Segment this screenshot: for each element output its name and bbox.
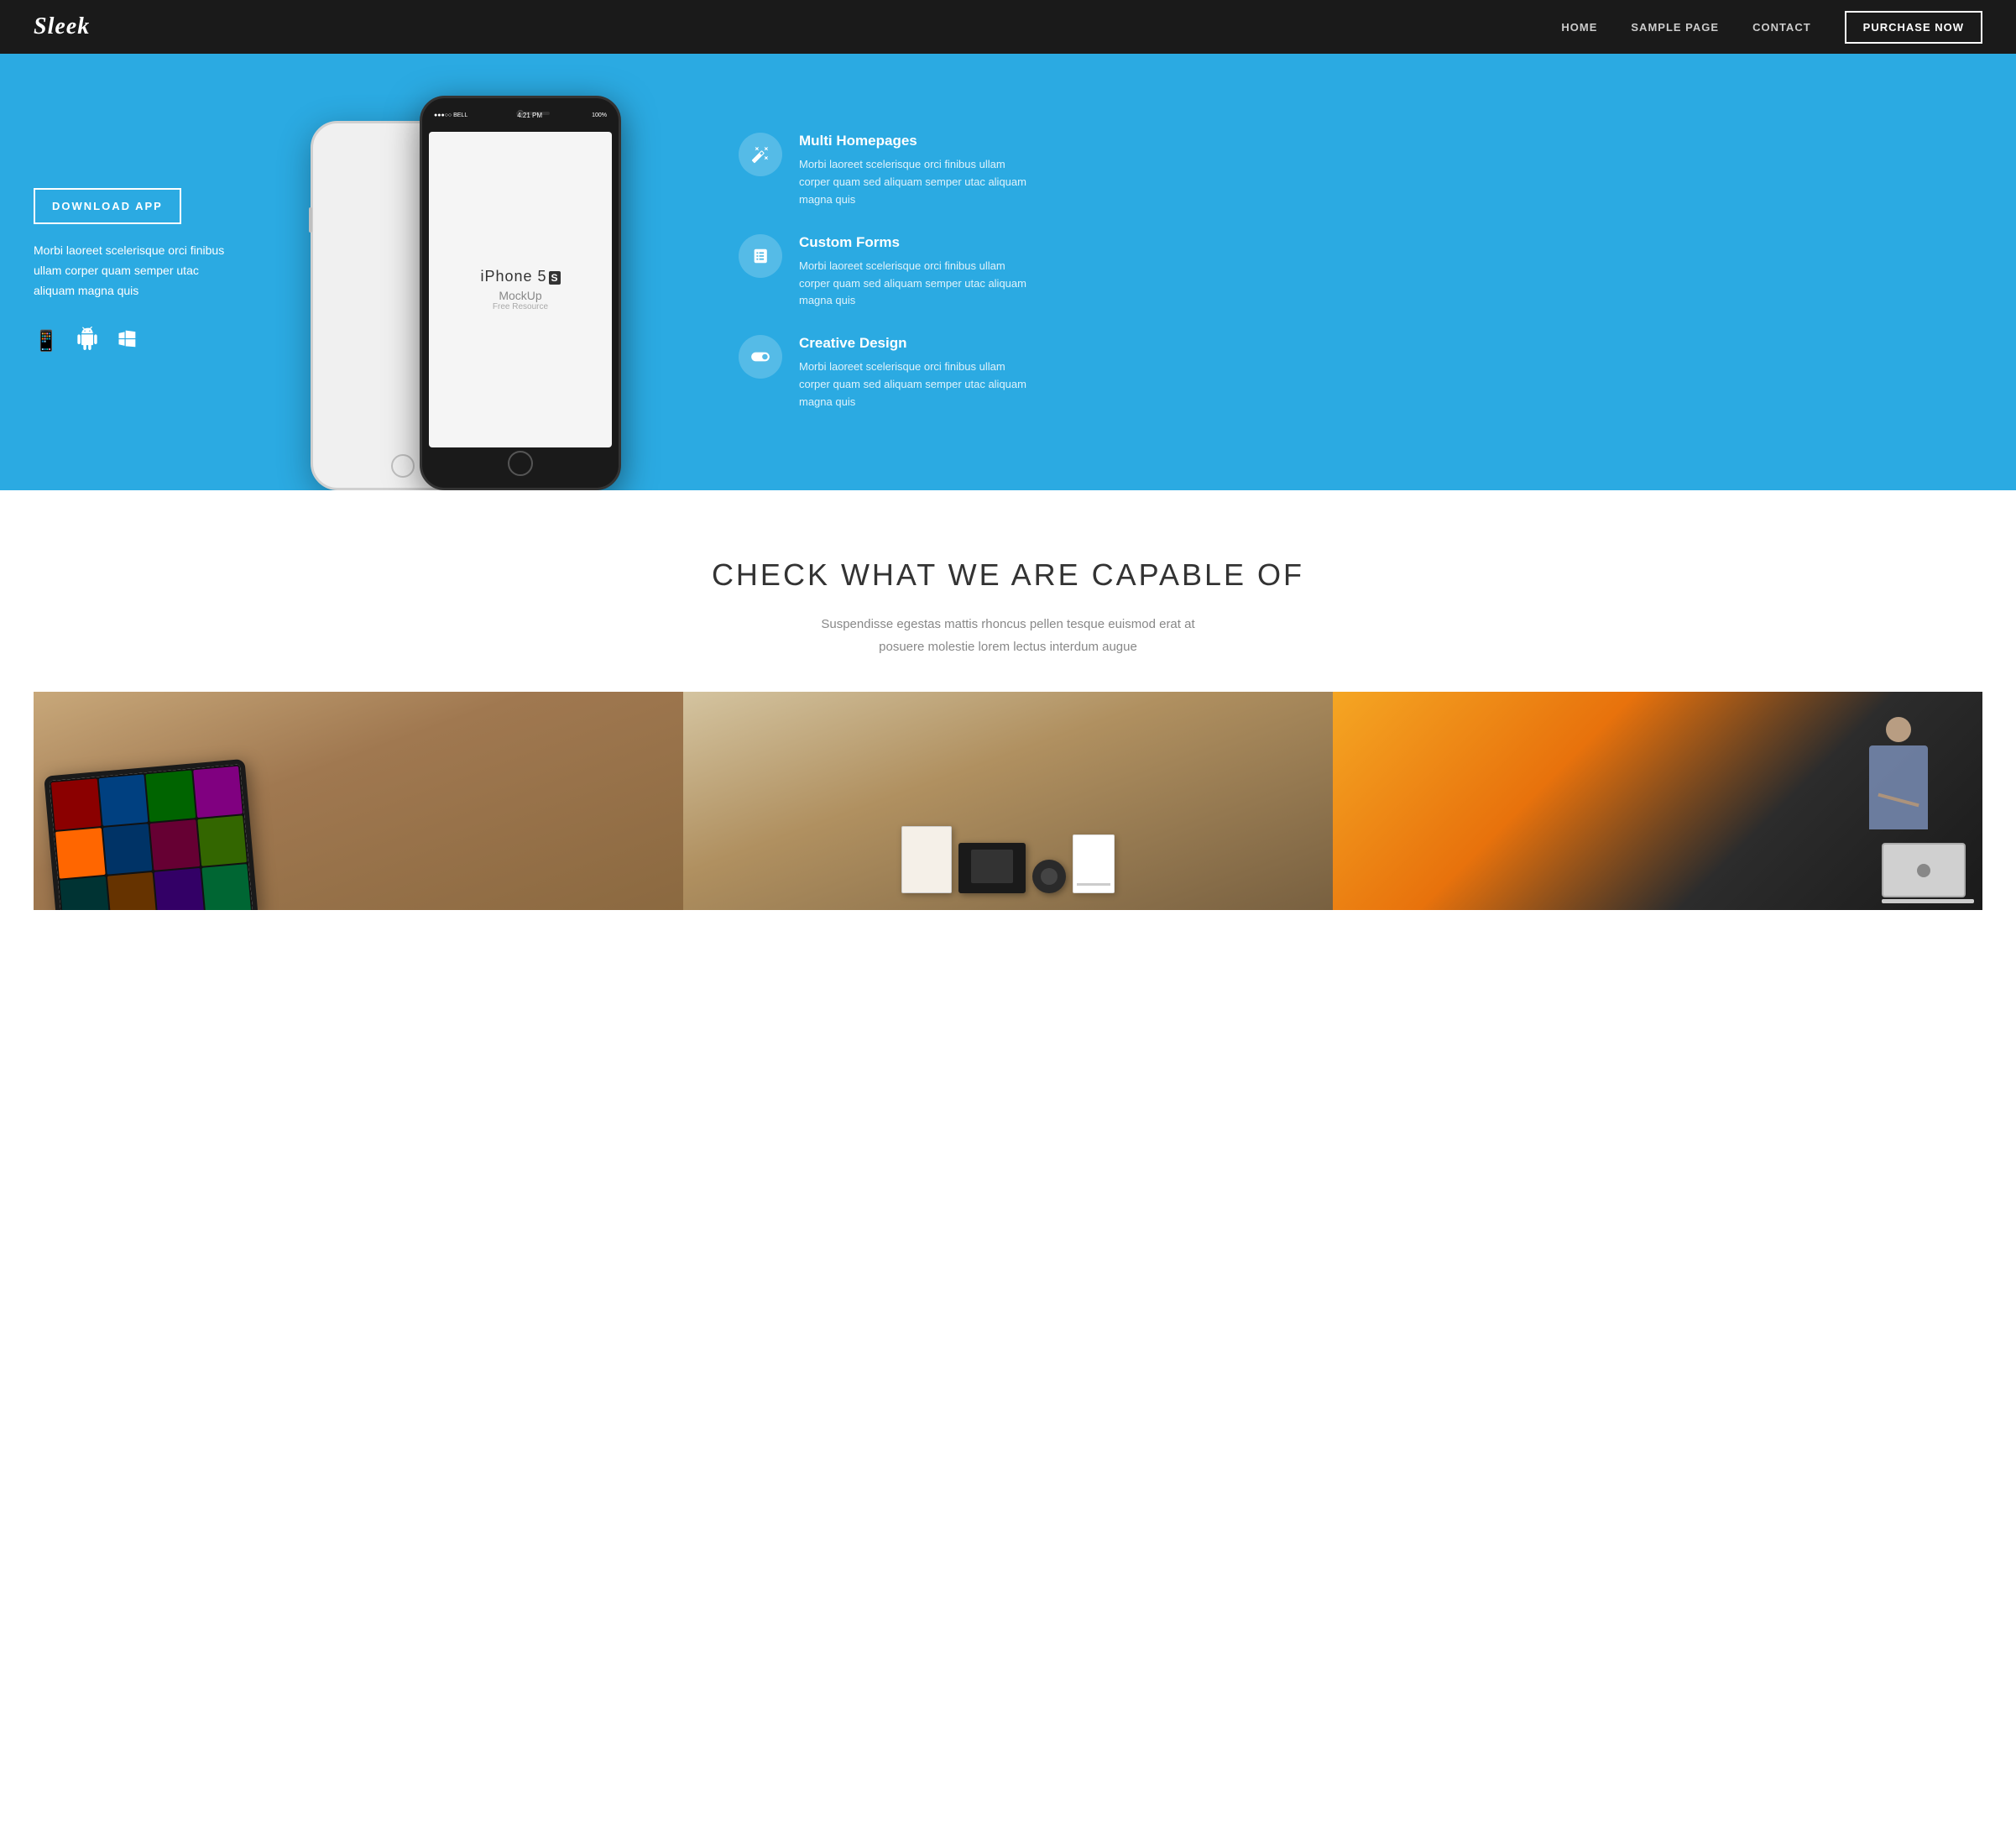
multi-homepages-title: Multi Homepages <box>799 133 1034 149</box>
phone-battery: 100% <box>592 112 607 118</box>
capabilities-title: CHECK WHAT WE ARE CAPABLE OF <box>34 557 1982 593</box>
phone-power-button <box>619 174 621 207</box>
phone-black-mockup: ●●●○○ BELL 4:21 PM 100% iPhone 5 S MockU… <box>420 96 621 490</box>
phone-time: 4:21 PM <box>517 112 542 119</box>
custom-forms-desc: Morbi laoreet scelerisque orci finibus u… <box>799 258 1034 310</box>
creative-design-content: Creative Design Morbi laoreet scelerisqu… <box>799 335 1034 411</box>
phone-mockup-container: ●●●○○ BELL 4:21 PM 100% iPhone 5 S MockU… <box>336 79 621 490</box>
phone-mockup-area: ●●●○○ BELL 4:21 PM 100% iPhone 5 S MockU… <box>269 54 688 490</box>
multi-homepages-desc: Morbi laoreet scelerisque orci finibus u… <box>799 156 1034 208</box>
feature-creative-design: Creative Design Morbi laoreet scelerisqu… <box>739 335 1982 411</box>
feature-custom-forms: Custom Forms Morbi laoreet scelerisque o… <box>739 234 1982 310</box>
multi-homepages-content: Multi Homepages Morbi laoreet scelerisqu… <box>799 133 1034 208</box>
custom-forms-title: Custom Forms <box>799 234 1034 251</box>
phone-free-resource: Free Resource <box>493 302 548 311</box>
phone-screen: iPhone 5 S MockUp Free Resource <box>429 132 612 447</box>
hero-features: Multi Homepages Morbi laoreet scelerisqu… <box>688 54 2016 490</box>
creative-design-title: Creative Design <box>799 335 1034 352</box>
portfolio-grid <box>34 692 1982 910</box>
custom-forms-icon <box>739 234 782 278</box>
download-app-button[interactable]: DOWNLOAD APP <box>34 188 181 224</box>
creative-design-desc: Morbi laoreet scelerisque orci finibus u… <box>799 358 1034 411</box>
purchase-now-button[interactable]: PURCHASE NOW <box>1845 11 1982 44</box>
phone-side-button <box>309 207 312 233</box>
capabilities-subtitle-2: posuere molestie lorem lectus interdum a… <box>34 636 1982 658</box>
custom-forms-content: Custom Forms Morbi laoreet scelerisque o… <box>799 234 1034 310</box>
nav-sample-page[interactable]: SAMPLE PAGE <box>1631 21 1719 34</box>
portfolio-item-stationery[interactable] <box>683 692 1333 910</box>
feature-multi-homepages: Multi Homepages Morbi laoreet scelerisqu… <box>739 133 1982 208</box>
phone-model-suffix: S <box>549 271 561 285</box>
phone-model-text: iPhone 5 <box>480 268 546 285</box>
hero-left-content: DOWNLOAD APP Morbi laoreet scelerisque o… <box>0 54 269 490</box>
phone-home-button <box>391 454 415 478</box>
capabilities-subtitle-1: Suspendisse egestas mattis rhoncus pelle… <box>34 613 1982 636</box>
hero-section: DOWNLOAD APP Morbi laoreet scelerisque o… <box>0 54 2016 490</box>
nav-contact[interactable]: CONTACT <box>1752 21 1811 34</box>
nav-home[interactable]: HOME <box>1561 21 1597 34</box>
portfolio-item-laptop[interactable] <box>1333 692 1982 910</box>
windows-icon <box>116 327 139 356</box>
phone-black-home-button <box>508 451 533 476</box>
ios-icon: 📱 <box>34 329 59 353</box>
phone-status-bar: ●●●○○ BELL 4:21 PM 100% <box>422 98 619 132</box>
navbar: Sleek HOME SAMPLE PAGE CONTACT PURCHASE … <box>0 0 2016 54</box>
hero-description: Morbi laoreet scelerisque orci finibus u… <box>34 241 235 301</box>
capabilities-section: CHECK WHAT WE ARE CAPABLE OF Suspendisse… <box>0 490 2016 960</box>
android-icon <box>76 327 99 356</box>
brand-logo[interactable]: Sleek <box>34 13 90 40</box>
creative-design-icon <box>739 335 782 379</box>
nav-links: HOME SAMPLE PAGE CONTACT PURCHASE NOW <box>1561 11 1982 44</box>
multi-homepages-icon <box>739 133 782 176</box>
phone-carrier: ●●●○○ BELL <box>434 112 467 118</box>
phone-mockup-label: MockUp <box>499 289 541 302</box>
portfolio-item-ipad[interactable] <box>34 692 683 910</box>
platform-icons: 📱 <box>34 327 235 356</box>
